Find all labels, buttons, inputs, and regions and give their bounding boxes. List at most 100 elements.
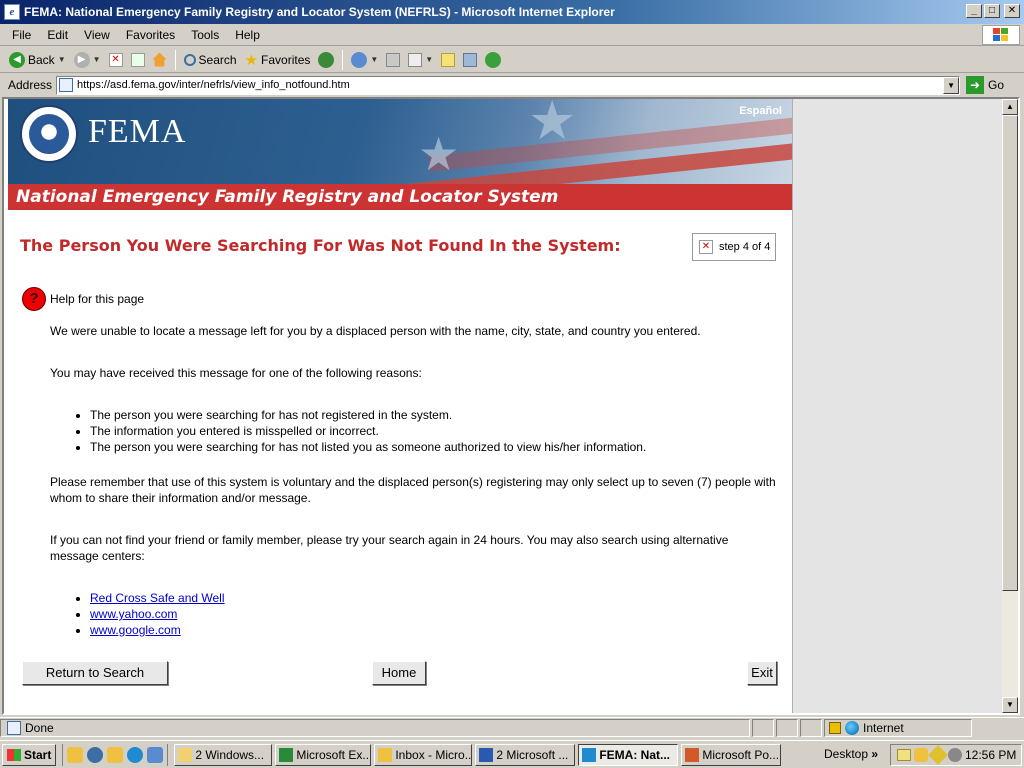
- taskbar-item-inbox[interactable]: Inbox - Micro...: [374, 743, 473, 766]
- menu-tools[interactable]: Tools: [183, 28, 227, 42]
- voluntary-notice: Please remember that use of this system …: [50, 475, 776, 505]
- envelope-icon[interactable]: [897, 749, 911, 761]
- menu-help[interactable]: Help: [227, 28, 268, 42]
- forward-button[interactable]: ▶ ▼: [71, 49, 104, 71]
- maximize-button[interactable]: □: [984, 4, 1000, 18]
- ie-icon: e: [4, 4, 20, 20]
- start-button[interactable]: Start: [2, 743, 57, 766]
- star-decoration-icon: ★: [528, 99, 577, 151]
- stop-button[interactable]: ✕: [106, 49, 126, 71]
- help-link[interactable]: Help for this page: [50, 292, 144, 306]
- system-tray: 12:56 PM: [890, 744, 1022, 766]
- ie-quicklaunch-icon[interactable]: [127, 746, 144, 763]
- research-button[interactable]: [460, 49, 480, 71]
- taskbar-item-fema[interactable]: FEMA: Nat...: [578, 743, 679, 766]
- return-to-search-button[interactable]: Return to Search: [22, 661, 168, 685]
- page-done-icon: [7, 720, 21, 735]
- mail-button[interactable]: ▼: [348, 49, 381, 71]
- address-url[interactable]: https://asd.fema.gov/inter/nefrls/view_i…: [77, 79, 350, 91]
- windows-flag-icon: [7, 748, 21, 761]
- media-icon: [318, 51, 335, 68]
- search-label: Search: [198, 52, 237, 67]
- fema-logo-text: FEMA: [88, 113, 187, 150]
- edit-dropdown-icon[interactable]: ▼: [425, 55, 433, 64]
- edit-icon: [408, 52, 423, 67]
- right-blank-area: [792, 99, 1004, 713]
- address-dropdown-icon[interactable]: ▼: [943, 76, 960, 94]
- start-label: Start: [24, 747, 52, 762]
- volume-icon[interactable]: [948, 748, 962, 762]
- discuss-icon: [441, 52, 456, 67]
- show-desktop-icon[interactable]: [147, 746, 164, 763]
- chevron-icon[interactable]: »: [871, 747, 878, 761]
- refresh-button[interactable]: [128, 49, 148, 71]
- home-toolbar-button[interactable]: [150, 49, 170, 71]
- go-arrow-icon: ➜: [966, 76, 985, 94]
- address-bar: Address https://asd.fema.gov/inter/nefrl…: [0, 74, 1024, 96]
- status-text: Done: [25, 720, 54, 735]
- favorites-label: Favorites: [261, 52, 311, 67]
- back-button[interactable]: ◀ Back ▼: [6, 49, 69, 71]
- taskbar-item-powerpoint[interactable]: Microsoft Po...: [681, 743, 782, 766]
- back-dropdown-icon[interactable]: ▼: [58, 55, 66, 64]
- media-button[interactable]: [315, 49, 337, 71]
- go-button[interactable]: ➜ Go: [966, 76, 1004, 94]
- print-icon: [386, 52, 401, 67]
- minimize-button[interactable]: _: [966, 4, 982, 18]
- vertical-scrollbar[interactable]: ▲ ▼: [1002, 99, 1018, 713]
- desktop-toolbar[interactable]: Desktop »: [824, 747, 878, 761]
- exit-button[interactable]: Exit: [747, 661, 777, 685]
- list-item: Red Cross Safe and Well: [90, 590, 780, 606]
- globe-icon: [845, 720, 859, 735]
- clock[interactable]: 12:56 PM: [965, 748, 1016, 762]
- discuss-button[interactable]: [438, 49, 458, 71]
- yahoo-link[interactable]: www.yahoo.com: [90, 607, 177, 621]
- close-button[interactable]: ✕: [1004, 4, 1020, 18]
- tray-app-icon[interactable]: [928, 745, 948, 765]
- menu-view[interactable]: View: [76, 28, 118, 42]
- edit-button[interactable]: ▼: [405, 49, 436, 71]
- print-button[interactable]: [383, 49, 403, 71]
- menu-favorites[interactable]: Favorites: [118, 28, 183, 42]
- taskbar-item-excel[interactable]: Microsoft Ex...: [275, 743, 372, 766]
- web-page: ★ ★ FEMA Español National Emergency Fami…: [8, 99, 792, 713]
- reminder-icon[interactable]: [914, 748, 928, 762]
- toolbar-separator: [342, 49, 344, 70]
- status-text-area: Done: [0, 718, 750, 737]
- mail-dropdown-icon[interactable]: ▼: [370, 55, 378, 64]
- menu-file[interactable]: File: [0, 28, 39, 42]
- media-player-icon[interactable]: [87, 746, 104, 763]
- back-arrow-icon: ◀: [9, 51, 25, 68]
- taskbar: Start 2 Windows... Microsoft Ex... Inbox…: [0, 740, 1024, 768]
- scroll-thumb[interactable]: [1002, 115, 1018, 591]
- scroll-down-icon[interactable]: ▼: [1002, 697, 1018, 713]
- help-icon[interactable]: ?: [22, 287, 46, 311]
- step-indicator: ✕ step 4 of 4: [692, 233, 776, 261]
- menu-edit[interactable]: Edit: [39, 28, 76, 42]
- address-input[interactable]: https://asd.fema.gov/inter/nefrls/view_i…: [56, 75, 961, 95]
- alternative-links: Red Cross Safe and Well www.yahoo.com ww…: [50, 590, 780, 638]
- status-cell: [752, 718, 774, 737]
- lock-icon: [829, 721, 841, 734]
- home-button[interactable]: Home: [372, 661, 426, 685]
- favorites-button[interactable]: ★ Favorites: [242, 49, 314, 71]
- outlook-quicklaunch-icon[interactable]: [67, 746, 84, 763]
- system-subtitle: National Emergency Family Registry and L…: [8, 184, 792, 210]
- page-icon: [59, 78, 74, 92]
- home-icon: [152, 52, 167, 67]
- espanol-link[interactable]: Español: [739, 105, 782, 117]
- search-button[interactable]: Search: [181, 49, 240, 71]
- forward-dropdown-icon[interactable]: ▼: [93, 55, 101, 64]
- scroll-up-icon[interactable]: ▲: [1002, 99, 1018, 115]
- red-cross-link[interactable]: Red Cross Safe and Well: [90, 591, 225, 605]
- standard-toolbar: ◀ Back ▼ ▶ ▼ ✕ Search ★ Favorites ▼ ▼: [0, 47, 1024, 73]
- taskbar-item-windows[interactable]: 2 Windows...: [174, 743, 273, 766]
- taskbar-item-word[interactable]: 2 Microsoft ...: [475, 743, 576, 766]
- messenger-icon: [485, 51, 502, 68]
- google-link[interactable]: www.google.com: [90, 623, 181, 637]
- star-icon: ★: [244, 51, 259, 69]
- messenger-button[interactable]: [482, 49, 504, 71]
- window-titlebar[interactable]: e FEMA: National Emergency Family Regist…: [0, 0, 1024, 24]
- list-item: The information you entered is misspelle…: [90, 423, 780, 439]
- calendar-icon[interactable]: [107, 746, 124, 763]
